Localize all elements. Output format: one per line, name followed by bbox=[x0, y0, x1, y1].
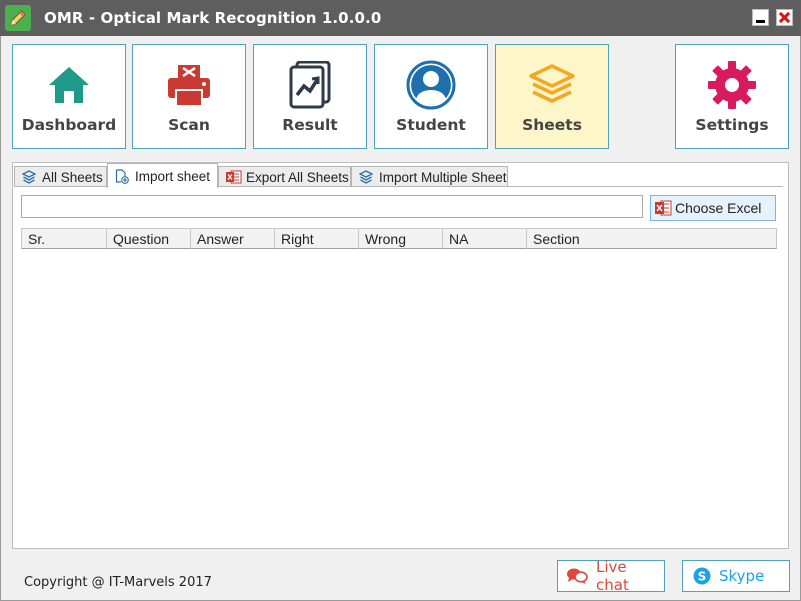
user-icon bbox=[405, 59, 457, 111]
tab-all-sheets[interactable]: All Sheets bbox=[14, 166, 107, 187]
sheet-grid[interactable]: Sr. Question Answer Right Wrong NA Secti… bbox=[21, 228, 777, 544]
excel-icon bbox=[226, 170, 242, 184]
nav-label-dashboard: Dashboard bbox=[21, 116, 117, 134]
nav-label-student: Student bbox=[396, 116, 466, 134]
file-path-input[interactable] bbox=[21, 195, 643, 218]
skype-button[interactable]: S Skype bbox=[682, 560, 790, 592]
column-header-right[interactable]: Right bbox=[275, 229, 359, 249]
nav-tile-student[interactable]: Student bbox=[374, 44, 488, 149]
nav-tile-sheets[interactable]: Sheets bbox=[495, 44, 609, 149]
live-chat-label: Live chat bbox=[596, 558, 629, 594]
choose-excel-label: Choose Excel bbox=[675, 200, 762, 216]
layers-icon bbox=[526, 59, 578, 111]
gear-icon bbox=[706, 59, 758, 111]
excel-icon bbox=[655, 200, 672, 216]
layers-icon bbox=[358, 170, 374, 184]
column-header-answer[interactable]: Answer bbox=[191, 229, 275, 249]
chat-bubbles-icon bbox=[567, 568, 588, 584]
grid-header: Sr. Question Answer Right Wrong NA Secti… bbox=[21, 228, 777, 249]
column-header-na[interactable]: NA bbox=[443, 229, 527, 249]
title-bar: OMR - Optical Mark Recognition 1.0.0.0 bbox=[0, 0, 801, 36]
add-file-icon bbox=[115, 169, 129, 184]
skype-icon: S bbox=[693, 567, 711, 585]
home-icon bbox=[43, 59, 95, 111]
svg-text:S: S bbox=[698, 570, 707, 584]
tab-label: Import sheet bbox=[135, 168, 211, 184]
nav-tile-dashboard[interactable]: Dashboard bbox=[12, 44, 126, 149]
nav-tile-result[interactable]: Result bbox=[253, 44, 367, 149]
layers-icon bbox=[21, 170, 37, 184]
nav-tile-settings[interactable]: Settings bbox=[675, 44, 789, 149]
nav-label-scan: Scan bbox=[168, 116, 210, 134]
tab-export-all-sheets[interactable]: Export All Sheets bbox=[218, 166, 351, 187]
choose-excel-button[interactable]: Choose Excel bbox=[650, 195, 776, 221]
tab-label: Export All Sheets bbox=[246, 169, 349, 185]
nav-label-sheets: Sheets bbox=[522, 116, 582, 134]
tab-label: Import Multiple Sheet bbox=[379, 169, 507, 185]
printer-icon bbox=[163, 59, 215, 111]
column-header-sr[interactable]: Sr. bbox=[22, 229, 107, 249]
tab-import-sheet[interactable]: Import sheet bbox=[107, 163, 218, 188]
tab-label: All Sheets bbox=[42, 169, 103, 185]
skype-label: Skype bbox=[719, 567, 765, 585]
column-header-question[interactable]: Question bbox=[107, 229, 191, 249]
copyright-text: Copyright @ IT-Marvels 2017 bbox=[24, 575, 212, 590]
nav-tile-scan[interactable]: Scan bbox=[132, 44, 246, 149]
window-title: OMR - Optical Mark Recognition 1.0.0.0 bbox=[44, 9, 382, 27]
nav-label-result: Result bbox=[282, 116, 338, 134]
nav-label-settings: Settings bbox=[695, 116, 769, 134]
tab-import-multiple-sheet[interactable]: Import Multiple Sheet bbox=[351, 166, 508, 187]
column-header-wrong[interactable]: Wrong bbox=[359, 229, 443, 249]
column-header-section[interactable]: Section bbox=[527, 229, 776, 249]
chart-document-icon bbox=[284, 59, 336, 111]
close-button[interactable] bbox=[776, 9, 793, 26]
live-chat-button[interactable]: Live chat bbox=[557, 558, 665, 594]
minimize-button[interactable] bbox=[752, 9, 769, 26]
pencil-icon bbox=[5, 5, 31, 31]
